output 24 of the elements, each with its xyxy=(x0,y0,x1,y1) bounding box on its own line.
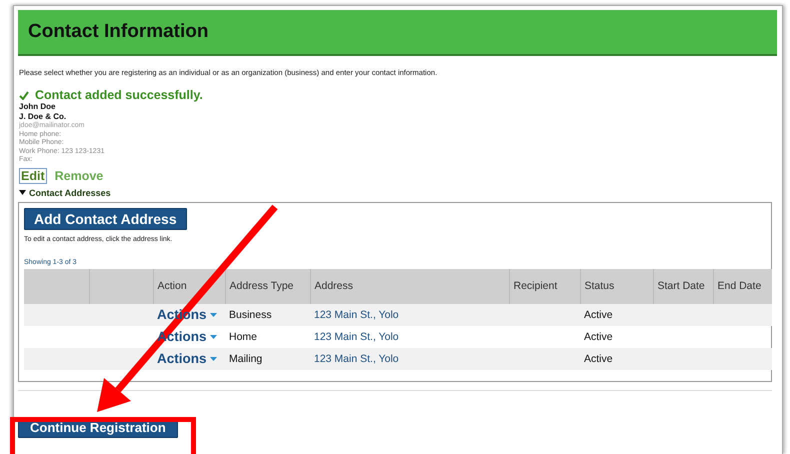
column-header: Start Date xyxy=(653,268,713,304)
table-cell: Home xyxy=(225,326,310,348)
column-header: Status xyxy=(580,268,653,304)
header-cell xyxy=(89,268,153,304)
header-cell xyxy=(24,268,89,304)
success-message: Contact added successfully. xyxy=(35,88,203,102)
table-cell: Business xyxy=(225,304,310,326)
table-cell: Active xyxy=(580,326,653,348)
contact-name: John Doe xyxy=(19,102,56,112)
column-header: End Date xyxy=(713,268,772,304)
column-header: Address Type xyxy=(225,268,310,304)
table-cell: Active xyxy=(580,304,653,326)
page-title: Contact Information xyxy=(28,21,208,43)
section-toggle[interactable]: Contact Addresses xyxy=(29,188,111,198)
contact-link[interactable]: Edit xyxy=(19,168,47,184)
add-address-button[interactable]: Add Contact Address xyxy=(24,208,187,230)
column-header: Address xyxy=(310,268,509,304)
address-link[interactable]: 123 Main St., Yolo xyxy=(314,330,399,342)
checkmark-icon xyxy=(19,90,29,100)
table-cell: Mailing xyxy=(225,348,310,370)
column-header: Recipient xyxy=(509,268,580,304)
table-cell: Active xyxy=(580,348,653,370)
company-name: J. Doe & Co. xyxy=(19,112,68,122)
caret-icon[interactable] xyxy=(19,190,26,195)
